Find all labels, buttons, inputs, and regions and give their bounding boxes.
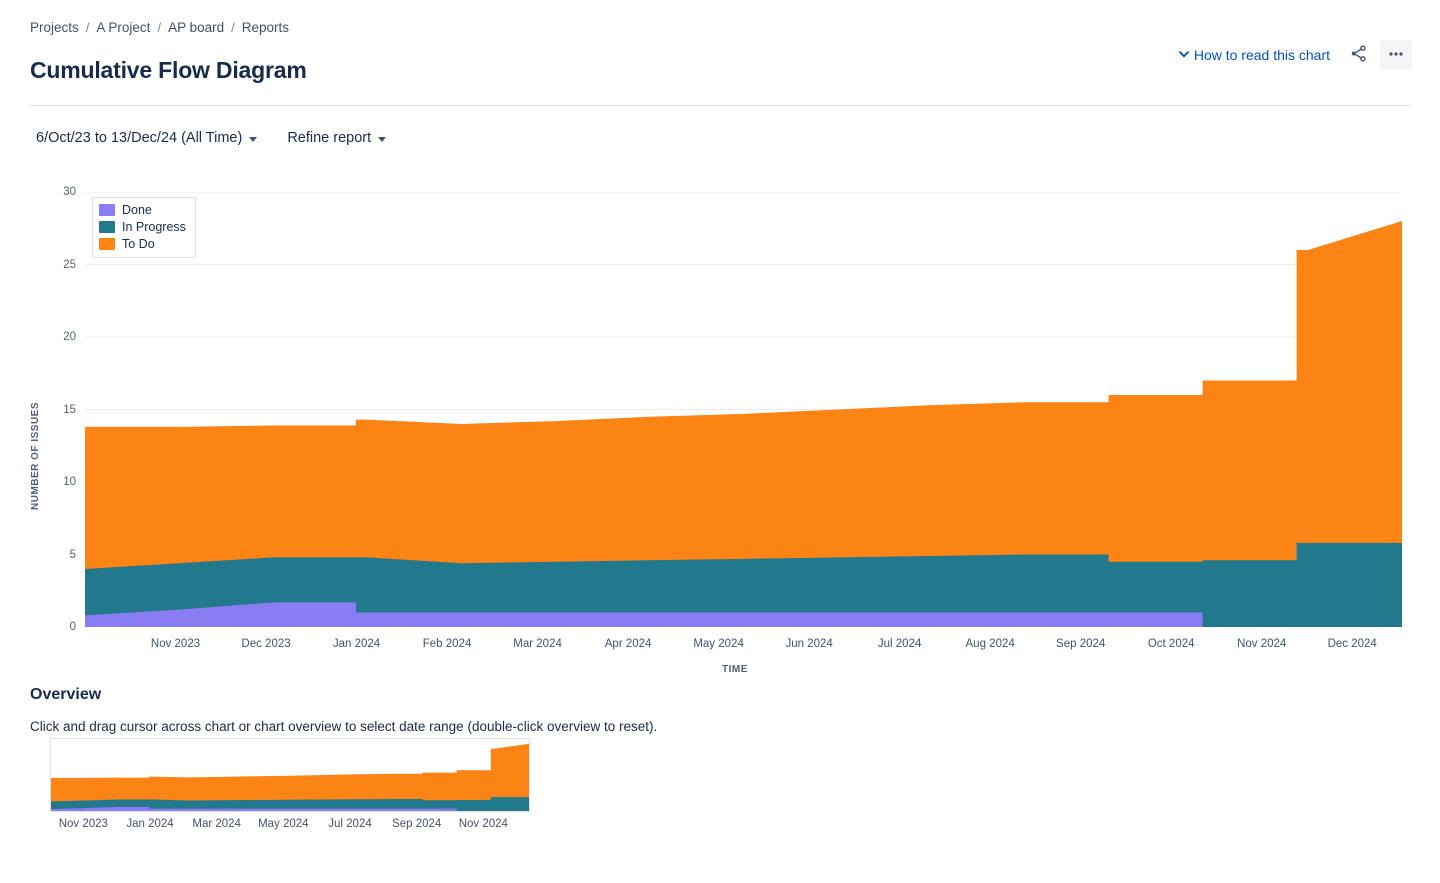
y-tick: 5 <box>69 548 76 561</box>
y-axis-ticks: 30 25 20 15 10 5 0 <box>30 175 76 633</box>
cumulative-flow-chart[interactable]: NUMBER OF ISSUES 30 25 20 15 10 5 0 Done… <box>0 175 1440 675</box>
chevron-down-icon <box>249 136 258 142</box>
x-tick: Apr 2024 <box>604 638 652 650</box>
refine-report-label: Refine report <box>287 130 372 146</box>
breadcrumb: Projects / A Project / AP board / Report… <box>30 20 289 35</box>
overview-x-tick: Nov 2024 <box>458 818 508 830</box>
legend-item-done[interactable]: Done <box>99 203 186 217</box>
chevron-down-icon <box>1176 46 1192 65</box>
chart-legend: Done In Progress To Do <box>92 197 196 258</box>
legend-swatch-done <box>99 204 115 216</box>
share-icon <box>1349 44 1368 66</box>
date-range-dropdown[interactable]: 6/Oct/23 to 13/Dec/24 (All Time) <box>30 126 263 150</box>
filter-bar: 6/Oct/23 to 13/Dec/24 (All Time) Refine … <box>30 126 392 150</box>
x-tick: Feb 2024 <box>422 638 472 650</box>
overview-title: Overview <box>30 686 102 704</box>
overview-x-tick: Jul 2024 <box>328 818 372 830</box>
refine-report-dropdown[interactable]: Refine report <box>281 126 392 150</box>
y-tick: 25 <box>63 258 76 271</box>
legend-label-in-progress: In Progress <box>122 220 186 234</box>
y-tick: 15 <box>63 403 76 416</box>
more-options-button[interactable] <box>1380 40 1412 70</box>
cfd-report-page: Projects / A Project / AP board / Report… <box>0 0 1440 883</box>
breadcrumb-separator: / <box>85 20 90 35</box>
x-tick: Mar 2024 <box>513 638 562 650</box>
breadcrumb-item-project[interactable]: A Project <box>96 20 150 35</box>
legend-item-in-progress[interactable]: In Progress <box>99 220 186 234</box>
x-tick: Sep 2024 <box>1056 638 1106 650</box>
y-tick: 30 <box>63 186 76 198</box>
chevron-down-icon <box>378 136 387 142</box>
more-options-icon <box>1387 45 1405 66</box>
legend-swatch-in-progress <box>99 221 115 233</box>
chart-plot-area[interactable] <box>85 192 1402 627</box>
x-tick: Dec 2024 <box>1327 638 1377 650</box>
page-title: Cumulative Flow Diagram <box>30 57 307 84</box>
x-tick: Aug 2024 <box>965 638 1015 650</box>
x-axis-title: TIME <box>722 664 748 675</box>
breadcrumb-separator: / <box>157 20 162 35</box>
legend-item-to-do[interactable]: To Do <box>99 237 186 251</box>
legend-swatch-to-do <box>99 238 115 250</box>
x-tick: Jan 2024 <box>332 638 381 650</box>
share-button[interactable] <box>1342 40 1374 70</box>
overview-x-tick: May 2024 <box>258 818 309 830</box>
legend-label-to-do: To Do <box>122 237 155 251</box>
how-to-read-label: How to read this chart <box>1193 47 1330 63</box>
overview-description: Click and drag cursor across chart or ch… <box>30 718 658 734</box>
x-tick: Nov 2024 <box>1237 638 1287 650</box>
x-tick: Oct 2024 <box>1147 638 1195 650</box>
overview-chart[interactable] <box>50 738 530 812</box>
x-tick: Jul 2024 <box>877 638 922 650</box>
breadcrumb-separator: / <box>231 20 235 35</box>
x-tick: Nov 2023 <box>150 638 201 650</box>
legend-label-done: Done <box>122 203 152 217</box>
header-actions: How to read this chart <box>1174 40 1412 70</box>
y-tick: 20 <box>63 331 76 343</box>
x-tick: Jun 2024 <box>785 638 833 650</box>
how-to-read-this-chart-link[interactable]: How to read this chart <box>1174 42 1336 69</box>
y-tick: 10 <box>63 476 76 488</box>
breadcrumb-item-reports[interactable]: Reports <box>242 20 289 35</box>
date-range-label: 6/Oct/23 to 13/Dec/24 (All Time) <box>36 130 243 146</box>
overview-x-tick: Nov 2023 <box>58 818 108 830</box>
breadcrumb-item-projects[interactable]: Projects <box>30 20 79 35</box>
y-tick: 0 <box>69 621 76 633</box>
breadcrumb-item-board[interactable]: AP board <box>168 20 224 35</box>
header-divider <box>30 105 1410 106</box>
overview-x-tick: Jan 2024 <box>126 818 174 830</box>
overview-x-tick: Sep 2024 <box>392 818 442 830</box>
overview-x-tick: Mar 2024 <box>192 818 241 830</box>
x-tick: Dec 2023 <box>241 638 291 650</box>
x-tick: May 2024 <box>693 638 744 650</box>
